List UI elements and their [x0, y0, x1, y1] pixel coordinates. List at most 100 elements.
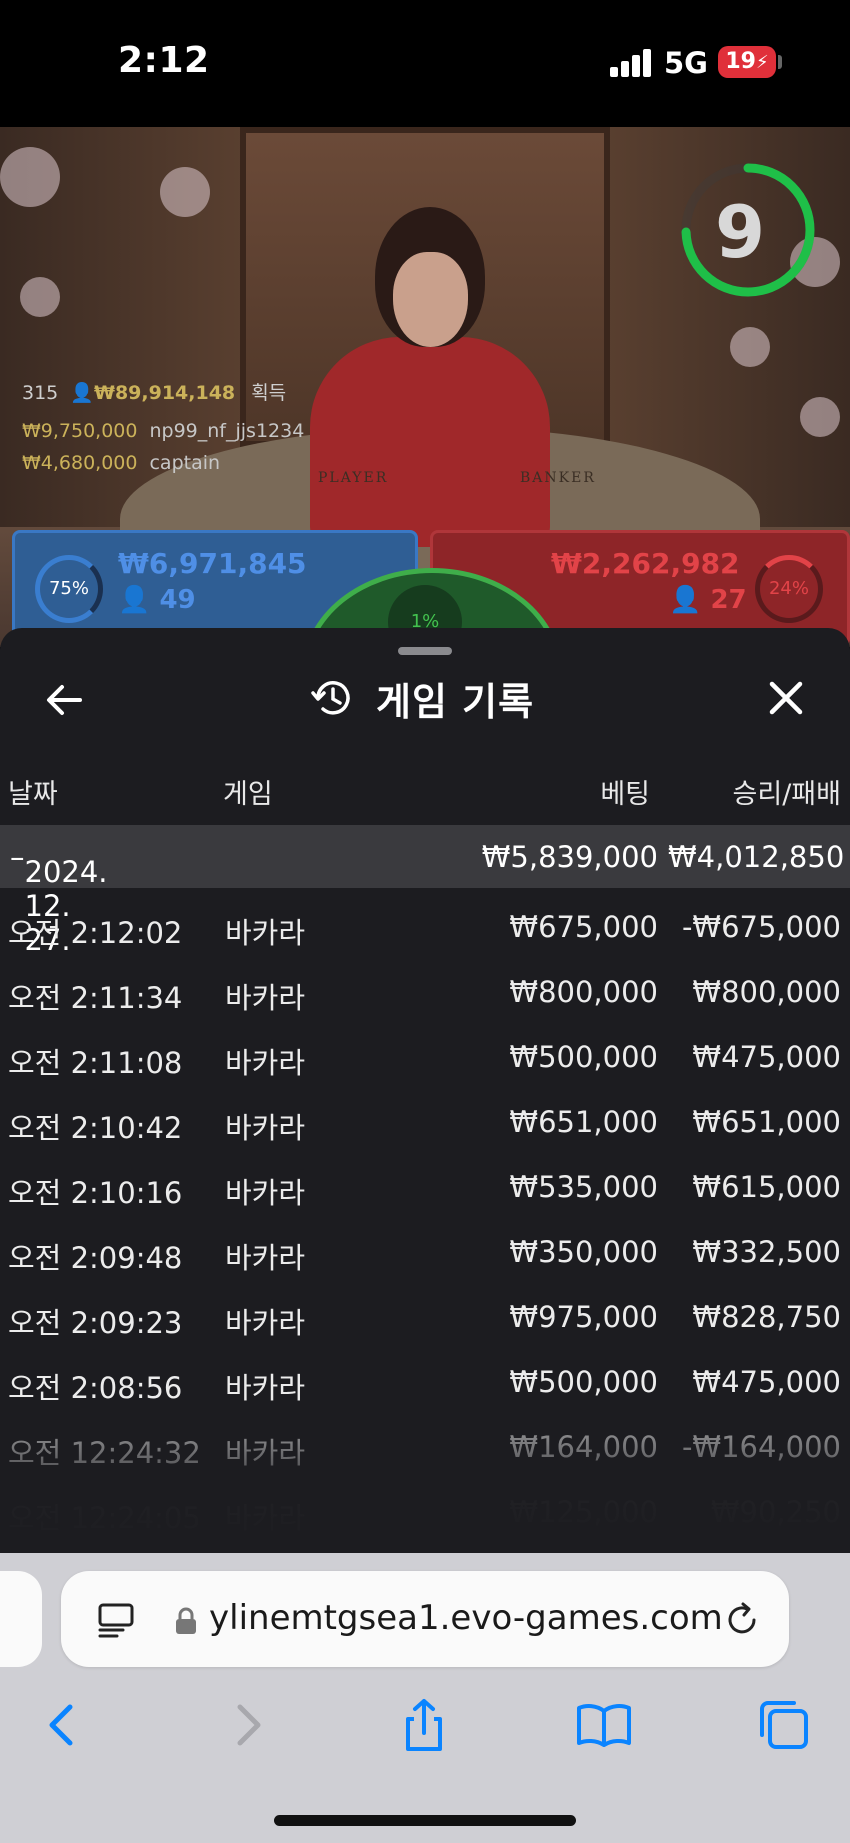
- row-bet: ₩500,000: [509, 1365, 658, 1399]
- history-row[interactable]: 오전 2:08:56 바카라 ₩500,000 ₩475,000: [0, 1357, 850, 1407]
- table-label-player: PLAYER: [318, 470, 389, 486]
- battery-level: 19: [725, 49, 756, 74]
- column-header-result[interactable]: 승리/패배: [690, 772, 841, 811]
- winner-row: ₩9,750,000 np99_nf_jjs1234: [22, 420, 304, 442]
- row-game: 바카라: [225, 1046, 306, 1080]
- history-icon: [311, 681, 350, 715]
- row-bet: ₩800,000: [509, 975, 658, 1009]
- row-game: 바카라: [225, 916, 306, 950]
- person-icon: 👤: [70, 382, 94, 404]
- sheet-title: 게임 기록: [376, 679, 535, 724]
- player-count: 👤 49: [118, 585, 196, 615]
- back-arrow-icon[interactable]: [40, 676, 88, 724]
- row-game: 바카라: [225, 1241, 306, 1275]
- row-bet: ₩675,000: [509, 910, 658, 944]
- list-fade: [0, 1430, 850, 1555]
- forward-icon[interactable]: [218, 1697, 274, 1753]
- previous-tab[interactable]: [0, 1571, 42, 1667]
- table-label-banker: BANKER: [520, 470, 596, 486]
- status-time: 2:12: [118, 40, 210, 81]
- banker-count-value: 27: [710, 585, 747, 615]
- tabs-icon[interactable]: [756, 1697, 812, 1753]
- battery-icon: 19⚡: [718, 46, 776, 78]
- row-result: ₩475,000: [692, 1365, 841, 1399]
- players-count: 315: [22, 382, 59, 404]
- row-bet: ₩975,000: [509, 1300, 658, 1334]
- row-time: 오전 2:08:56: [8, 1371, 183, 1405]
- address-bar[interactable]: ylinemtgsea1.evo-games.com: [61, 1571, 789, 1667]
- total-winnings: ₩89,914,148: [93, 382, 236, 404]
- share-icon[interactable]: [396, 1697, 452, 1753]
- battery-tip: [778, 55, 782, 69]
- browser-toolbar: ylinemtgsea1.evo-games.com: [0, 1553, 850, 1843]
- row-result: ₩828,750: [692, 1300, 841, 1334]
- row-result: ₩332,500: [692, 1235, 841, 1269]
- sheet-header: 게임 기록: [310, 670, 534, 726]
- date-group-bet-total: ₩5,839,000: [481, 840, 658, 874]
- banker-amount: ₩2,262,982: [551, 547, 740, 580]
- dealer-face: [393, 252, 468, 347]
- row-bet: ₩651,000: [509, 1105, 658, 1139]
- url-text[interactable]: ylinemtgsea1.evo-games.com: [209, 1598, 723, 1638]
- signal-icon: [610, 49, 652, 77]
- winnings-label: 획득: [251, 382, 287, 404]
- player-count-value: 49: [159, 585, 196, 615]
- column-header-date[interactable]: 날짜: [8, 772, 58, 811]
- row-time: 오전 2:10:42: [8, 1111, 183, 1145]
- history-row[interactable]: 오전 2:11:08 바카라 ₩500,000 ₩475,000: [0, 1032, 850, 1082]
- row-result: ₩651,000: [692, 1105, 841, 1139]
- history-row[interactable]: 오전 2:12:02 바카라 ₩675,000 -₩675,000: [0, 902, 850, 952]
- sheet-grabber[interactable]: [398, 647, 452, 655]
- row-result: ₩800,000: [692, 975, 841, 1009]
- row-result: ₩615,000: [692, 1170, 841, 1204]
- row-game: 바카라: [225, 1111, 306, 1145]
- person-icon: 👤: [118, 585, 151, 615]
- history-row[interactable]: 오전 2:11:34 바카라 ₩800,000 ₩800,000: [0, 967, 850, 1017]
- banker-percent: 24%: [755, 555, 823, 623]
- history-row[interactable]: 오전 2:09:23 바카라 ₩975,000 ₩828,750: [0, 1292, 850, 1342]
- winner-amount: ₩9,750,000: [22, 420, 138, 442]
- lock-icon: [176, 1607, 196, 1634]
- row-time: 오전 2:12:02: [8, 916, 183, 950]
- winner-amount: ₩4,680,000: [22, 452, 138, 474]
- player-amount: ₩6,971,845: [118, 547, 307, 580]
- history-row[interactable]: 오전 2:10:16 바카라 ₩535,000 ₩615,000: [0, 1162, 850, 1212]
- column-header-game[interactable]: 게임: [223, 772, 273, 811]
- reader-icon[interactable]: [97, 1601, 135, 1639]
- bookmarks-icon[interactable]: [576, 1697, 632, 1753]
- date-group-row[interactable]: –2024. 12. 27. ₩5,839,000 ₩4,012,850: [0, 825, 850, 957]
- column-header-bet[interactable]: 베팅: [520, 772, 650, 811]
- player-percent: 75%: [35, 555, 103, 623]
- row-time: 오전 2:11:34: [8, 981, 183, 1015]
- banker-count: 👤 27: [669, 585, 747, 615]
- row-bet: ₩500,000: [509, 1040, 658, 1074]
- home-indicator: [274, 1815, 576, 1826]
- row-game: 바카라: [225, 1306, 306, 1340]
- date-group-label: –2024. 12. 27.: [10, 840, 108, 957]
- row-game: 바카라: [225, 981, 306, 1015]
- row-time: 오전 2:10:16: [8, 1176, 183, 1210]
- history-row[interactable]: 오전 2:09:48 바카라 ₩350,000 ₩332,500: [0, 1227, 850, 1277]
- row-time: 오전 2:09:23: [8, 1306, 183, 1340]
- status-bar: 2:12 5G 19⚡: [0, 0, 850, 127]
- dealer-body: [310, 337, 550, 547]
- date-group-result-total: ₩4,012,850: [668, 840, 845, 874]
- person-icon: 👤: [669, 585, 702, 615]
- winner-name: np99_nf_jjs1234: [149, 420, 305, 442]
- network-type: 5G: [664, 46, 708, 80]
- row-result: ₩475,000: [692, 1040, 841, 1074]
- row-bet: ₩350,000: [509, 1235, 658, 1269]
- row-result: -₩675,000: [681, 910, 841, 944]
- countdown-number: 9: [714, 190, 766, 274]
- row-game: 바카라: [225, 1176, 306, 1210]
- row-time: 오전 2:09:48: [8, 1241, 183, 1275]
- reload-icon[interactable]: [723, 1601, 761, 1639]
- close-icon[interactable]: [764, 676, 808, 720]
- winner-row: ₩4,680,000 captain: [22, 452, 220, 474]
- row-bet: ₩535,000: [509, 1170, 658, 1204]
- back-icon[interactable]: [36, 1697, 92, 1753]
- winner-name: captain: [149, 452, 221, 474]
- history-row[interactable]: 오전 2:10:42 바카라 ₩651,000 ₩651,000: [0, 1097, 850, 1147]
- row-game: 바카라: [225, 1371, 306, 1405]
- player-stats: 315 👤₩89,914,148 획득: [22, 378, 286, 405]
